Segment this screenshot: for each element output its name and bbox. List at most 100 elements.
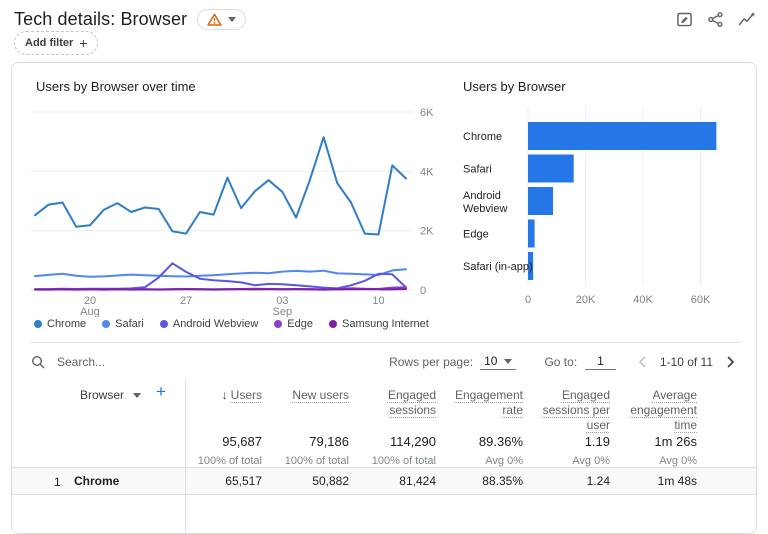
data-quality-badge[interactable]: [197, 9, 246, 30]
add-filter-label: Add filter: [25, 37, 73, 49]
totals-value: 1m 26s: [626, 434, 697, 449]
column-header-label: Average engagement time: [630, 388, 697, 432]
row-cell: 1.24: [539, 474, 626, 488]
add-column-button[interactable]: +: [150, 381, 172, 403]
legend-item-android-webview[interactable]: Android Webview: [160, 318, 258, 330]
goto-page-input[interactable]: 1: [585, 354, 616, 370]
svg-text:4K: 4K: [420, 166, 434, 178]
legend-item-chrome[interactable]: Chrome: [34, 318, 86, 330]
column-header-label: Engagement rate: [455, 388, 523, 417]
totals-subtext: Avg 0%: [626, 455, 697, 467]
totals-subtext: Avg 0%: [539, 455, 610, 467]
totals-value: 95,687: [191, 434, 262, 449]
legend-dot-icon: [274, 320, 282, 328]
svg-text:Safari: Safari: [463, 164, 492, 176]
totals-cell: 89.36%Avg 0%: [452, 434, 539, 467]
totals-subtext: 100% of total: [278, 455, 349, 467]
pagination: Rows per page: 10 Go to: 1 1-10 of 11: [389, 354, 743, 370]
chevron-down-icon: [133, 393, 141, 398]
search-icon: [31, 355, 45, 369]
column-header-label: Engaged sessions per user: [543, 388, 610, 432]
svg-text:60K: 60K: [691, 294, 711, 306]
totals-cell: 79,186 100% of total: [278, 434, 365, 467]
chevron-down-icon: [504, 359, 512, 364]
share-icon: [707, 11, 724, 28]
svg-text:Webview: Webview: [463, 203, 507, 215]
totals-subtext: 100% of total: [365, 455, 436, 467]
svg-text:Edge: Edge: [463, 229, 489, 241]
row-cell: 88.35%: [452, 474, 539, 488]
row-cell: 1m 48s: [626, 474, 713, 488]
insights-button[interactable]: [738, 11, 756, 28]
legend-label: Samsung Internet: [342, 318, 429, 330]
legend-dot-icon: [160, 320, 168, 328]
column-header-label: Engaged sessions: [388, 388, 436, 417]
chevron-right-icon: [723, 355, 737, 369]
svg-text:10: 10: [372, 295, 384, 307]
add-filter-button[interactable]: Add filter +: [14, 31, 98, 55]
legend-label: Android Webview: [173, 318, 258, 330]
row-cell: 81,424: [365, 474, 452, 488]
metric-column-headers: ↓Users New users Engaged sessions Engagemen…: [191, 384, 713, 433]
report-toolbar: [676, 11, 758, 28]
dimension-select[interactable]: Browser: [74, 387, 147, 403]
report-header: Tech details: Browser: [14, 5, 758, 33]
column-header-label: New users: [292, 388, 349, 402]
plus-icon: +: [79, 35, 87, 51]
column-header-users[interactable]: ↓Users: [191, 384, 278, 433]
pagination-range: 1-10 of 11: [660, 355, 713, 369]
svg-text:40K: 40K: [633, 294, 653, 306]
column-header-engaged-sessions[interactable]: Engaged sessions: [365, 384, 452, 433]
sort-descending-icon: ↓: [222, 388, 228, 402]
totals-value: 79,186: [278, 434, 349, 449]
insights-icon: [738, 11, 756, 28]
goto-label: Go to:: [544, 355, 577, 369]
users-by-browser-bar-chart[interactable]: 020K40K60KChromeSafariAndroidWebviewEdge…: [453, 101, 753, 313]
legend-item-edge[interactable]: Edge: [274, 318, 313, 330]
legend-dot-icon: [102, 320, 110, 328]
row-cell: 50,882: [278, 474, 365, 488]
chart-legend: Chrome Safari Android Webview Edge Samsung I…: [34, 318, 429, 330]
users-by-browser-over-time-chart[interactable]: 6K4K2K020Aug2703Sep10: [31, 99, 441, 317]
totals-cell: 1.19 Avg 0%: [539, 434, 626, 467]
legend-label: Edge: [287, 318, 313, 330]
legend-dot-icon: [329, 320, 337, 328]
column-header-label: Users: [231, 388, 262, 402]
totals-value: 114,290: [365, 434, 436, 449]
column-divider: [185, 379, 186, 533]
svg-text:Android: Android: [463, 190, 501, 202]
chevron-left-icon: [636, 355, 650, 369]
svg-text:20K: 20K: [576, 294, 596, 306]
totals-subtext: Avg 0%: [452, 455, 523, 467]
table-row-values: 65,51750,88281,42488.35%1.241m 48s: [191, 474, 713, 488]
dimension-label: Browser: [80, 388, 124, 402]
totals-row: 95,687100% of total79,186100% of total11…: [191, 434, 713, 467]
report-card: Users by Browser over time 6K4K2K020Aug2…: [11, 62, 757, 534]
search-input[interactable]: [55, 354, 229, 370]
svg-text:Sep: Sep: [273, 306, 293, 317]
bar-chart-title: Users by Browser: [463, 79, 566, 94]
line-chart-title: Users by Browser over time: [36, 79, 196, 94]
totals-cell: 114,290 100% of total: [365, 434, 452, 467]
table-controls: Rows per page: 10 Go to: 1 1-10 of 11: [31, 346, 743, 378]
column-header-engaged-sessions-per-user[interactable]: Engaged sessions per user: [539, 384, 626, 433]
rows-per-page-select[interactable]: 10: [480, 354, 516, 370]
legend-label: Safari: [115, 318, 144, 330]
share-report-button[interactable]: [707, 11, 724, 28]
rows-per-page-label: Rows per page:: [389, 355, 473, 369]
totals-value: 1.19: [539, 434, 610, 449]
column-header-engagement-rate[interactable]: Engagement rate: [452, 384, 539, 433]
row-cell: 65,517: [191, 474, 278, 488]
next-page-button[interactable]: [723, 355, 737, 369]
svg-text:Safari (in-app): Safari (in-app): [463, 261, 533, 273]
totals-cell: 1m 26s Avg 0%: [626, 434, 713, 467]
customize-report-button[interactable]: [676, 11, 693, 28]
column-header-new-users[interactable]: New users: [278, 384, 365, 433]
svg-text:0: 0: [525, 294, 531, 306]
chevron-down-icon: [228, 17, 236, 22]
page-title: Tech details: Browser: [14, 9, 187, 30]
previous-page-button[interactable]: [636, 355, 650, 369]
legend-item-samsung-internet[interactable]: Samsung Internet: [329, 318, 429, 330]
legend-item-safari[interactable]: Safari: [102, 318, 144, 330]
column-header-average-engagement-time[interactable]: Average engagement time: [626, 384, 713, 433]
